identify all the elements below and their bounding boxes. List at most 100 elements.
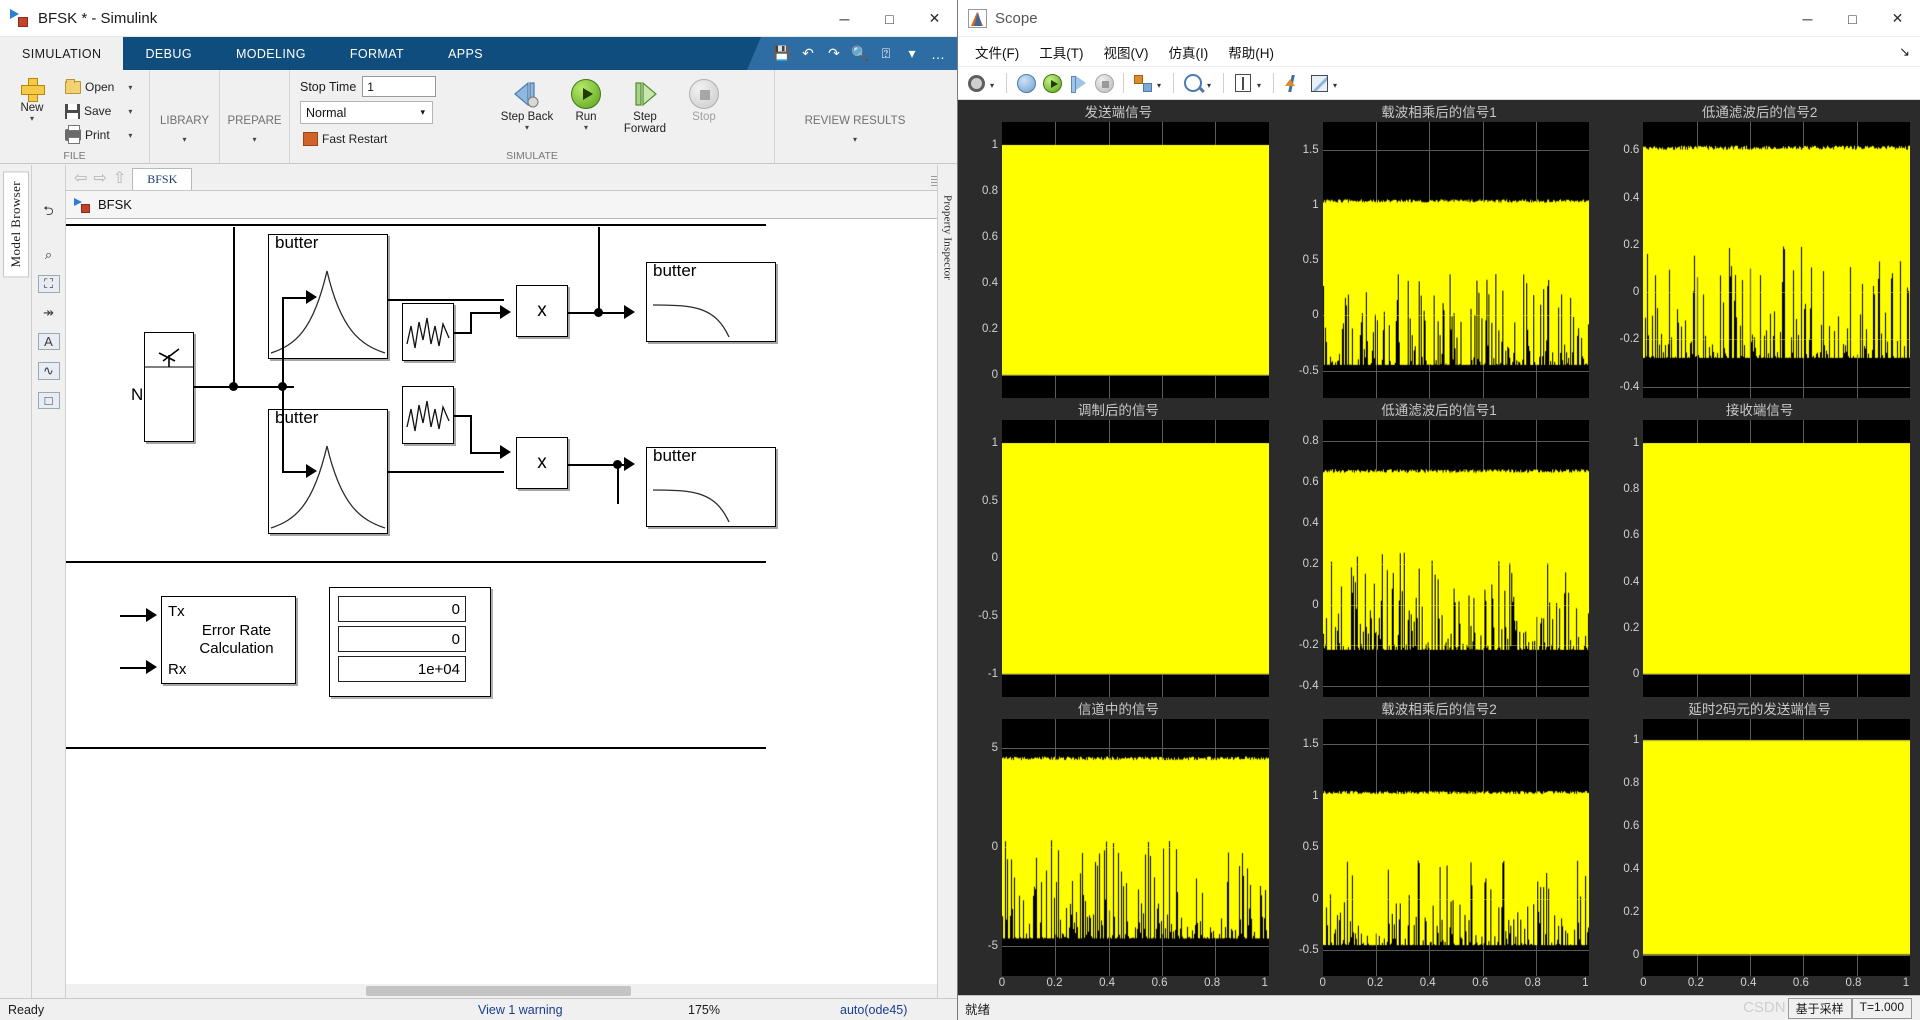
plot-area[interactable] bbox=[1002, 420, 1269, 697]
canvas-horizontal-scrollbar[interactable] bbox=[66, 984, 943, 998]
chevron-down-icon[interactable]: ▾ bbox=[118, 107, 132, 116]
breadcrumb-label[interactable]: BFSK bbox=[98, 197, 132, 212]
plot-area[interactable] bbox=[1643, 420, 1910, 697]
rewind-icon[interactable] bbox=[1014, 71, 1038, 95]
chevron-down-icon[interactable]: ▾ bbox=[1257, 71, 1266, 95]
plot-area[interactable] bbox=[1002, 122, 1269, 399]
measurements-icon[interactable] bbox=[1307, 71, 1331, 95]
save-icon[interactable]: 💾 bbox=[769, 41, 795, 67]
block-noise-1[interactable] bbox=[402, 303, 454, 361]
block-bernoulli-source[interactable]: N bbox=[131, 332, 194, 442]
ribbon-group-prepare[interactable]: PREPARE ▾ bbox=[220, 70, 290, 164]
nav-up-icon[interactable]: ⇧ bbox=[113, 168, 126, 190]
chevron-down-icon[interactable]: ▾ bbox=[899, 41, 925, 67]
zoom-region-icon[interactable]: ⌕ bbox=[38, 247, 60, 263]
minimize-icon[interactable]: ─ bbox=[1785, 0, 1830, 37]
property-inspector-panel[interactable]: Property Inspector bbox=[937, 165, 957, 998]
ribbon-group-review[interactable]: REVIEW RESULTS ▾ bbox=[775, 70, 935, 164]
annotation-icon[interactable]: A bbox=[37, 333, 60, 350]
overflow-icon[interactable]: … bbox=[925, 41, 951, 67]
status-warning-link[interactable]: View 1 warning bbox=[478, 1003, 563, 1017]
minimize-icon[interactable]: ─ bbox=[822, 0, 867, 37]
open-button[interactable]: Open ▾ bbox=[62, 75, 135, 99]
chevron-down-icon[interactable]: ▾ bbox=[1333, 71, 1342, 95]
model-browser-label[interactable]: Model Browser bbox=[2, 171, 29, 278]
redo-icon[interactable]: ↷ bbox=[821, 41, 847, 67]
scope-plot-5[interactable]: 低通滤波后的信号1 -0.4 -0.2 0 0.2 0.4 0.6 0.8 bbox=[1279, 398, 1600, 697]
tab-debug[interactable]: DEBUG bbox=[123, 37, 213, 70]
undo-icon[interactable]: ↶ bbox=[795, 41, 821, 67]
chevron-down-icon[interactable]: ▾ bbox=[420, 107, 425, 118]
scope-preview-icon[interactable]: ∿ bbox=[37, 362, 60, 380]
zoom-in-icon[interactable] bbox=[1181, 71, 1205, 95]
plot-area[interactable] bbox=[1322, 718, 1590, 976]
chevron-down-icon[interactable]: ▾ bbox=[584, 123, 588, 132]
close-icon[interactable]: ✕ bbox=[912, 0, 957, 37]
block-butter-4[interactable]: butter bbox=[646, 446, 776, 527]
autoscale-icon[interactable] bbox=[1231, 71, 1255, 95]
tab-apps[interactable]: APPS bbox=[426, 37, 505, 70]
chevron-down-icon[interactable]: ▾ bbox=[30, 114, 34, 123]
signal-arrow-icon[interactable]: ↠ bbox=[38, 305, 60, 321]
scope-plot-7[interactable]: 信道中的信号 -5 0 5 0 0.2 0.4 0.6 0.8 1 bbox=[958, 697, 1279, 995]
nav-forward-icon[interactable]: ⇨ bbox=[93, 168, 106, 190]
configuration-properties-icon[interactable] bbox=[964, 71, 988, 95]
scope-plot-2[interactable]: 载波相乘后的信号1 -0.5 0 0.5 1 1.5 bbox=[1279, 100, 1600, 399]
simulation-mode-select[interactable]: Normal ▾ bbox=[300, 101, 433, 124]
print-button[interactable]: Print ▾ bbox=[62, 123, 135, 147]
status-zoom-level[interactable]: 175% bbox=[688, 1003, 720, 1017]
block-product-2[interactable]: x bbox=[516, 437, 568, 489]
scope-plot-6[interactable]: 接收端信号 0 0.2 0.4 0.6 0.8 1 bbox=[1599, 398, 1920, 697]
block-product-1[interactable]: x bbox=[516, 285, 568, 337]
scope-plot-4[interactable]: 调制后的信号 -1 -0.5 0 0.5 1 bbox=[958, 398, 1279, 697]
stop-time-input[interactable]: 1 bbox=[362, 76, 437, 97]
search-icon[interactable]: 🔍 bbox=[847, 41, 873, 67]
status-solver[interactable]: auto(ode45) bbox=[840, 1003, 907, 1017]
chevron-down-icon[interactable]: ▾ bbox=[990, 71, 999, 95]
chevron-down-icon[interactable]: ▾ bbox=[1157, 71, 1166, 95]
tab-format[interactable]: FORMAT bbox=[328, 37, 426, 70]
fast-restart-button[interactable]: Fast Restart bbox=[300, 127, 496, 151]
prepare-button[interactable]: PREPARE ▾ bbox=[226, 95, 283, 144]
block-display[interactable]: 0 0 1e+04 bbox=[329, 587, 491, 697]
tab-modeling[interactable]: MODELING bbox=[214, 37, 328, 70]
undock-icon[interactable]: ↘ bbox=[1899, 44, 1910, 60]
review-results-button[interactable]: REVIEW RESULTS ▾ bbox=[785, 95, 925, 144]
ribbon-group-library[interactable]: LIBRARY ▾ bbox=[150, 70, 220, 164]
chevron-down-icon[interactable]: ▾ bbox=[1207, 71, 1216, 95]
menu-tools[interactable]: 工具(T) bbox=[1031, 39, 1091, 65]
scope-plot-1[interactable]: 发送端信号 0 0.2 0.4 0.6 0.8 1 bbox=[958, 100, 1279, 399]
run-icon[interactable] bbox=[1040, 71, 1064, 95]
library-browser-button[interactable]: LIBRARY ▾ bbox=[156, 95, 213, 144]
menu-help[interactable]: 帮助(H) bbox=[1220, 39, 1282, 65]
block-butter-3[interactable]: butter bbox=[646, 261, 776, 342]
maximize-icon[interactable]: □ bbox=[867, 0, 912, 37]
property-inspector-label[interactable]: Property Inspector bbox=[942, 195, 954, 998]
chevron-down-icon[interactable]: ▾ bbox=[118, 83, 132, 92]
block-noise-2[interactable] bbox=[402, 386, 454, 444]
horizontal-scroll-thumb[interactable] bbox=[366, 986, 631, 996]
navigate-back-icon[interactable]: ⮌ bbox=[38, 203, 60, 223]
tab-simulation[interactable]: SIMULATION bbox=[0, 37, 124, 70]
plot-area[interactable] bbox=[1643, 718, 1910, 976]
menu-file[interactable]: 文件(F) bbox=[967, 39, 1027, 65]
menu-simulation[interactable]: 仿真(I) bbox=[1161, 39, 1217, 65]
stop-icon[interactable] bbox=[1092, 71, 1116, 95]
area-icon[interactable]: □ bbox=[37, 392, 60, 409]
scope-plot-9[interactable]: 延时2码元的发送端信号 0 0.2 0.4 0.6 0.8 1 0 0.2 0.4 0.6 0.8 1 bbox=[1599, 697, 1920, 995]
help-icon[interactable]: ⍰ bbox=[873, 41, 899, 67]
chevron-down-icon[interactable]: ▾ bbox=[182, 135, 186, 144]
chevron-down-icon[interactable]: ▾ bbox=[853, 135, 857, 144]
cursor-measurements-icon[interactable] bbox=[1281, 71, 1305, 95]
chevron-down-icon[interactable]: ▾ bbox=[118, 131, 132, 140]
layout-icon[interactable] bbox=[1131, 71, 1155, 95]
chevron-down-icon[interactable]: ▾ bbox=[525, 123, 529, 132]
scope-plot-3[interactable]: 低通滤波后的信号2 -0.4 -0.2 0 0.2 0.4 0.6 bbox=[1599, 100, 1920, 399]
chevron-down-icon[interactable]: ▾ bbox=[252, 135, 256, 144]
plot-area[interactable] bbox=[1002, 718, 1269, 976]
plot-area[interactable] bbox=[1322, 122, 1590, 399]
model-browser-panel[interactable]: Model Browser bbox=[0, 165, 32, 998]
maximize-icon[interactable]: □ bbox=[1830, 0, 1875, 37]
block-error-rate-calculation[interactable]: Tx Rx Error Rate Calculation bbox=[161, 596, 296, 684]
model-canvas[interactable]: N butter butter x x butter butter Tx Rx … bbox=[66, 219, 957, 998]
